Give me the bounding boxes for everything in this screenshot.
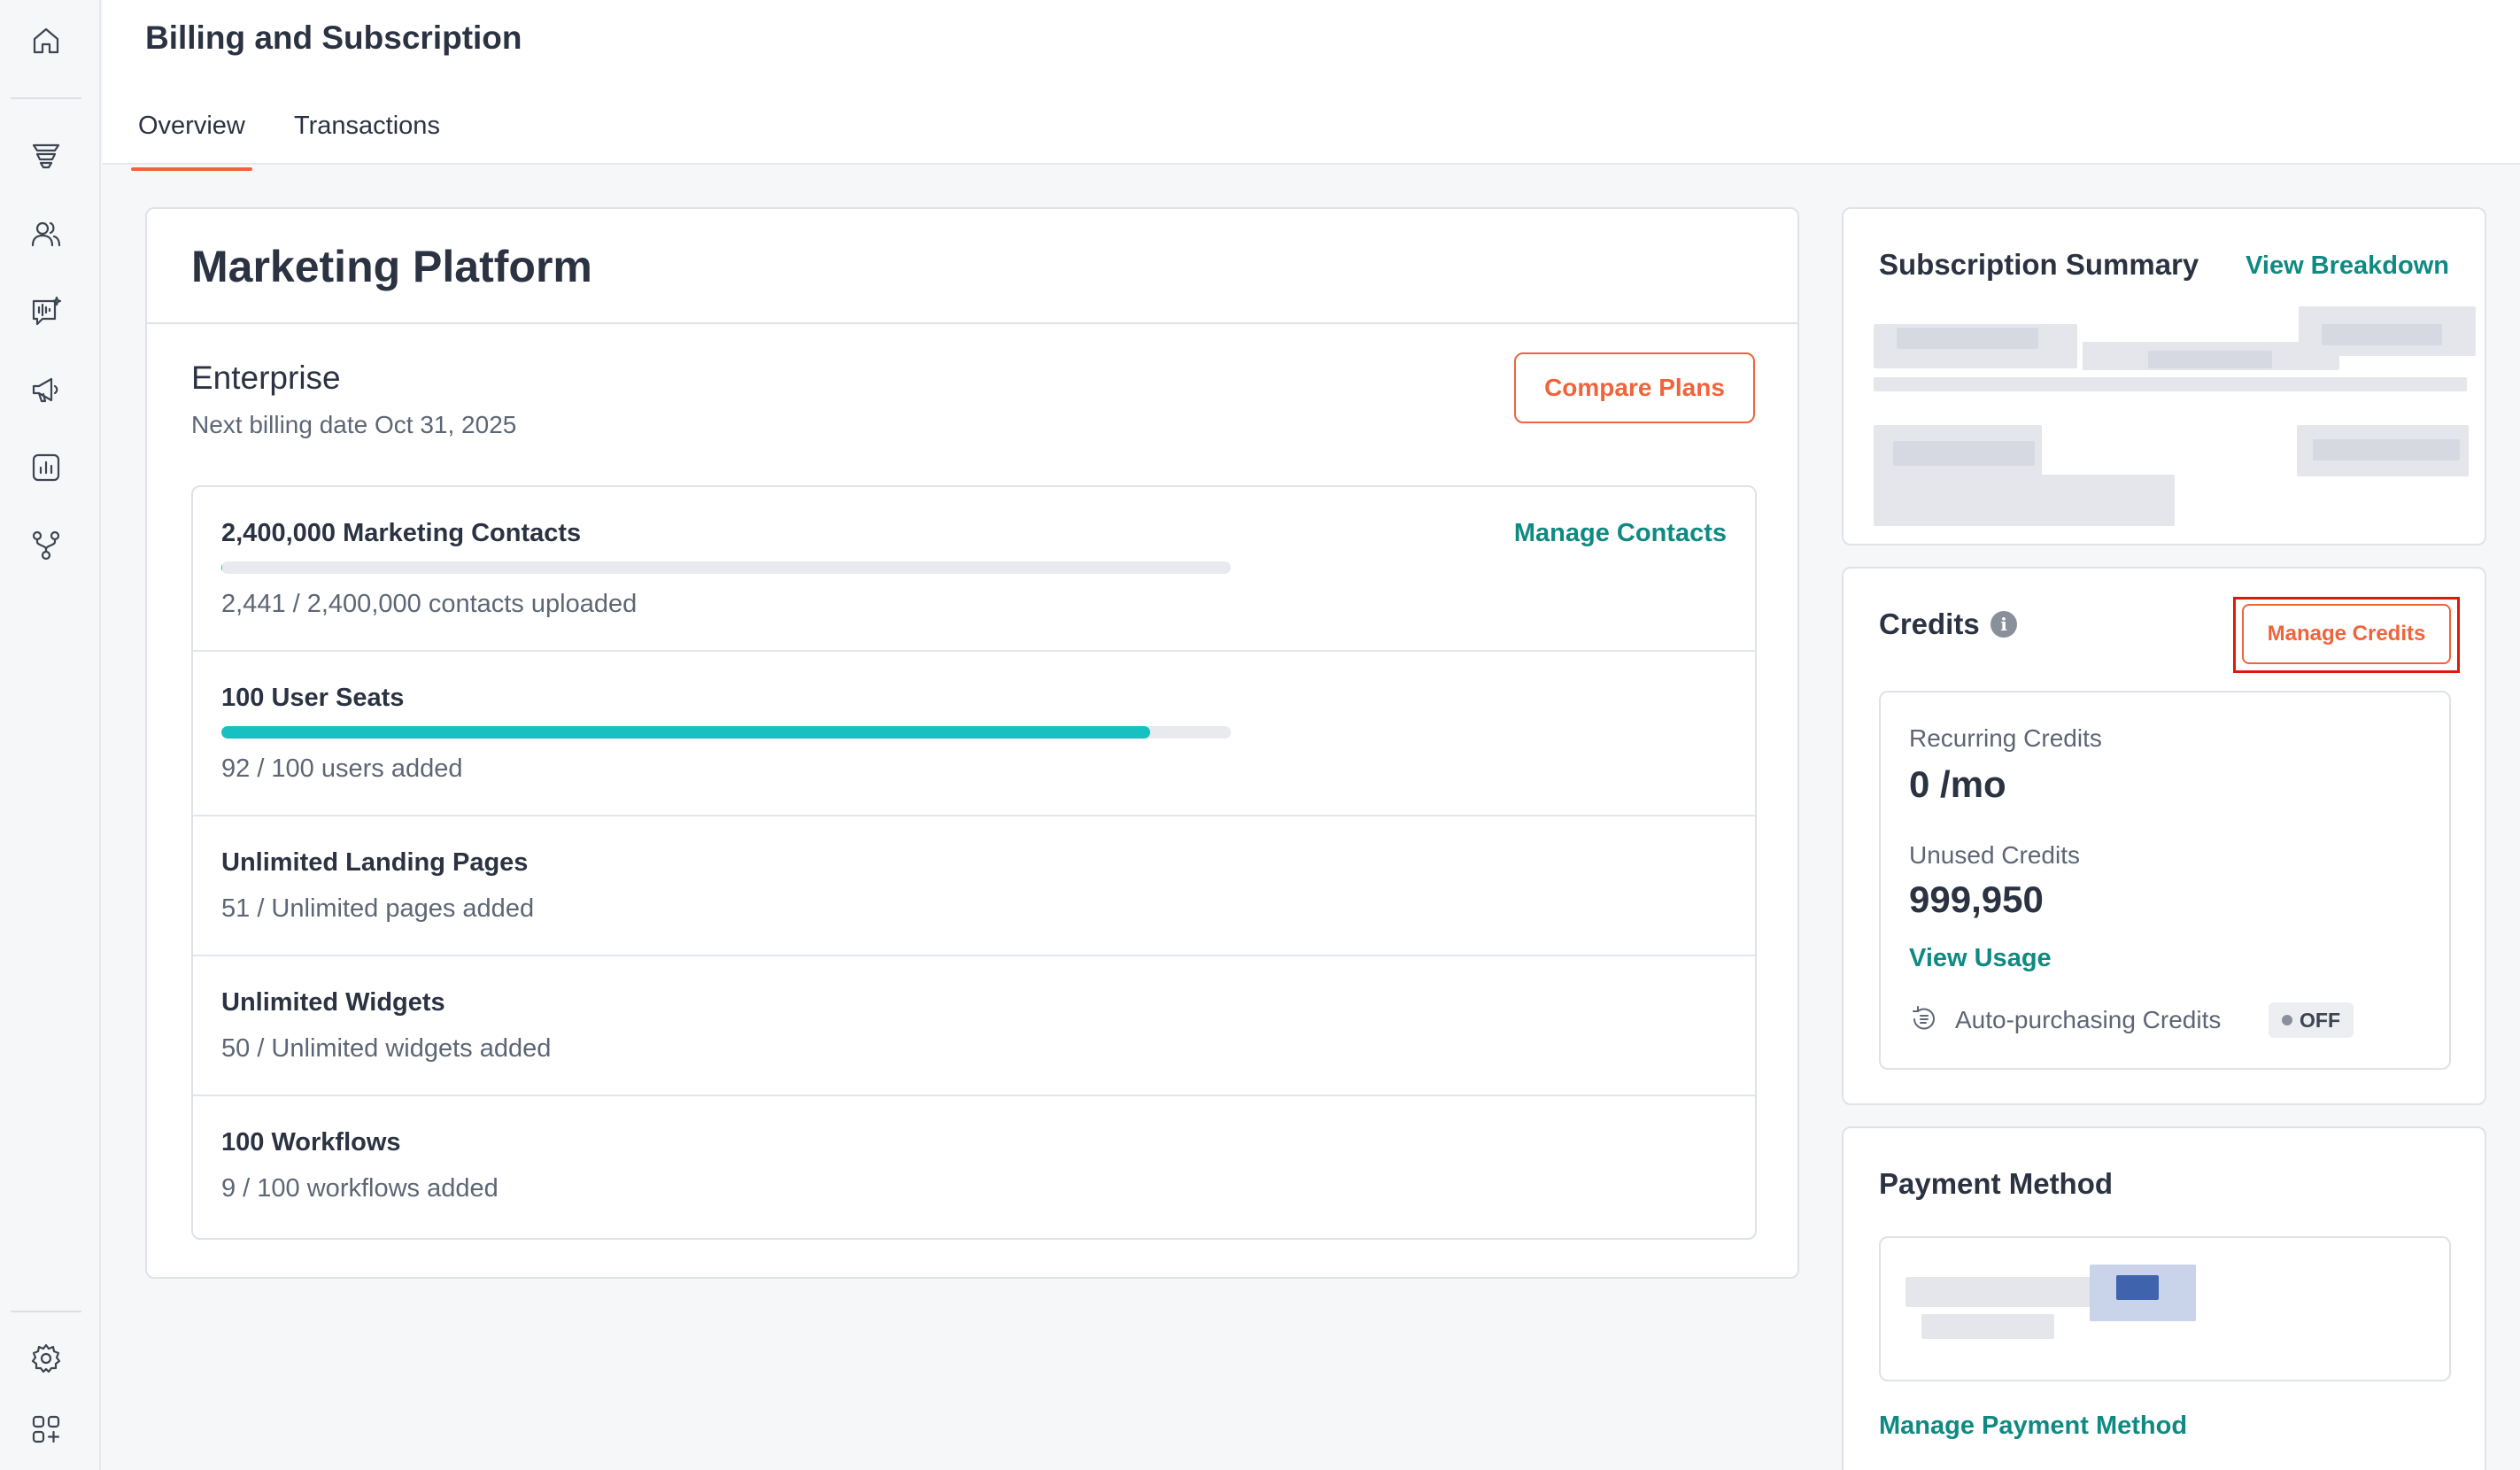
usage-subtext: 50 / Unlimited widgets added bbox=[221, 1034, 552, 1063]
info-icon[interactable]: i bbox=[1990, 611, 2017, 638]
status-dot bbox=[2282, 1015, 2292, 1025]
usage-title: 100 Workflows bbox=[221, 1128, 401, 1157]
plan-card-title: Marketing Platform bbox=[191, 242, 592, 291]
sidebar-divider bbox=[11, 97, 81, 99]
reports-icon[interactable] bbox=[27, 448, 66, 487]
credits-title: Credits bbox=[1879, 607, 1980, 640]
contacts-icon[interactable] bbox=[27, 214, 66, 253]
billing-date: Next billing date Oct 31, 2025 bbox=[191, 411, 517, 438]
credits-details: Recurring Credits 0 /mo Unused Credits 9… bbox=[1879, 691, 2451, 1070]
manage-contacts-link[interactable]: Manage Contacts bbox=[1514, 519, 1727, 548]
view-usage-link[interactable]: View Usage bbox=[1909, 944, 2052, 973]
usage-subtext: 51 / Unlimited pages added bbox=[221, 894, 535, 923]
payment-card-box bbox=[1879, 1236, 2451, 1381]
usage-row-widgets: Unlimited Widgets 50 / Unlimited widgets… bbox=[193, 956, 1755, 1096]
manage-payment-method-link[interactable]: Manage Payment Method bbox=[1879, 1412, 2187, 1441]
payment-method-card: Payment Method Manage Payment Method bbox=[1842, 1126, 2486, 1470]
toggle-state: OFF bbox=[2300, 1008, 2340, 1032]
voice-chat-icon[interactable] bbox=[27, 292, 66, 331]
unused-credits-label: Unused Credits bbox=[1909, 841, 2080, 869]
usage-title: Unlimited Widgets bbox=[221, 988, 445, 1017]
auto-purchasing-label: Auto-purchasing Credits bbox=[1955, 1006, 2222, 1033]
funnel-icon[interactable] bbox=[27, 136, 66, 175]
usage-title: 100 User Seats bbox=[221, 684, 405, 712]
redacted-content bbox=[2313, 439, 2460, 460]
page-header: Billing and Subscription Overview Transa… bbox=[103, 0, 2520, 171]
redacted-content bbox=[1921, 1314, 2054, 1339]
megaphone-icon[interactable] bbox=[27, 370, 66, 409]
auto-purchasing-toggle[interactable]: OFF bbox=[2269, 1002, 2354, 1038]
redacted-content bbox=[2148, 351, 2272, 368]
progress-fill bbox=[221, 726, 1150, 739]
sidebar-divider bbox=[11, 1311, 81, 1312]
progress-bar bbox=[221, 561, 1231, 574]
plan-card: Marketing Platform Enterprise Next billi… bbox=[145, 207, 1799, 1279]
view-breakdown-link[interactable]: View Breakdown bbox=[2246, 251, 2449, 281]
subscription-summary-title: Subscription Summary bbox=[1879, 248, 2199, 281]
usage-subtext: 9 / 100 workflows added bbox=[221, 1174, 499, 1203]
usage-title: 2,400,000 Marketing Contacts bbox=[221, 519, 582, 547]
redacted-content bbox=[1897, 328, 2038, 349]
usage-subtext: 92 / 100 users added bbox=[221, 754, 463, 783]
divider bbox=[147, 322, 1797, 324]
recurring-credits-value: 0 /mo bbox=[1909, 763, 2006, 805]
usage-list: 2,400,000 Marketing Contacts Manage Cont… bbox=[191, 485, 1757, 1240]
apps-icon[interactable] bbox=[27, 1410, 66, 1449]
tab-overview[interactable]: Overview bbox=[131, 112, 252, 171]
redacted-content bbox=[1874, 475, 2175, 526]
progress-bar bbox=[221, 726, 1231, 739]
usage-row-seats: 100 User Seats 92 / 100 users added bbox=[193, 652, 1755, 816]
usage-title: Unlimited Landing Pages bbox=[221, 848, 529, 877]
recurring-credits-label: Recurring Credits bbox=[1909, 724, 2102, 752]
usage-subtext: 2,441 / 2,400,000 contacts uploaded bbox=[221, 590, 638, 618]
auto-refresh-icon bbox=[1909, 1004, 1939, 1034]
progress-fill bbox=[221, 561, 223, 574]
redacted-card-logo bbox=[2116, 1275, 2159, 1300]
sidebar bbox=[0, 0, 101, 1470]
page-title: Billing and Subscription bbox=[145, 19, 522, 56]
tab-transactions[interactable]: Transactions bbox=[294, 112, 440, 141]
usage-row-landing-pages: Unlimited Landing Pages 51 / Unlimited p… bbox=[193, 816, 1755, 956]
payment-method-title: Payment Method bbox=[1879, 1167, 2114, 1200]
home-icon[interactable] bbox=[27, 21, 66, 60]
unused-credits-value: 999,950 bbox=[1909, 878, 2044, 920]
usage-row-workflows: 100 Workflows 9 / 100 workflows added bbox=[193, 1096, 1755, 1238]
redacted-content bbox=[2322, 324, 2442, 345]
settings-icon[interactable] bbox=[27, 1339, 66, 1378]
credits-card: Credits i Manage Credits Recurring Credi… bbox=[1842, 567, 2486, 1105]
redacted-content bbox=[1893, 441, 2035, 466]
subscription-summary-card: Subscription Summary View Breakdown bbox=[1842, 207, 2486, 545]
redacted-content bbox=[1874, 377, 2467, 391]
workflow-icon[interactable] bbox=[27, 526, 66, 565]
compare-plans-button[interactable]: Compare Plans bbox=[1514, 352, 1755, 423]
plan-name: Enterprise bbox=[191, 360, 341, 396]
manage-credits-button[interactable]: Manage Credits bbox=[2242, 604, 2451, 664]
usage-row-contacts: 2,400,000 Marketing Contacts Manage Cont… bbox=[193, 487, 1755, 652]
